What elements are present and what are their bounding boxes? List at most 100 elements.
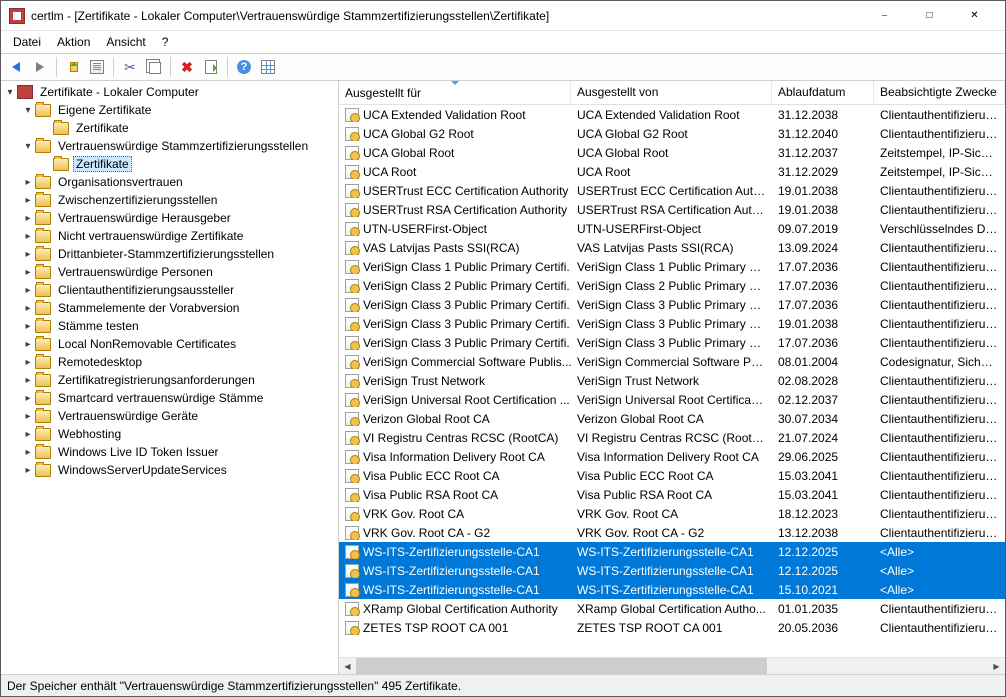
table-row[interactable]: UCA RootUCA Root31.12.2029Zeitstempel, I… (339, 162, 1005, 181)
tree-toggle-icon[interactable]: ▾ (3, 87, 17, 98)
scroll-right-button[interactable]: ▶ (988, 658, 1005, 675)
export-button[interactable] (200, 56, 222, 78)
column-issued-to[interactable]: Ausgestellt für (339, 81, 571, 104)
tree-item[interactable]: Zertifikate (3, 119, 336, 137)
menu-action[interactable]: Aktion (49, 33, 98, 51)
table-row[interactable]: Visa Public ECC Root CAVisa Public ECC R… (339, 466, 1005, 485)
menu-file[interactable]: Datei (5, 33, 49, 51)
delete-button[interactable]: ✖ (176, 56, 198, 78)
tree-item[interactable]: ▾Eigene Zertifikate (3, 101, 336, 119)
tree-toggle-icon[interactable]: ▸ (21, 321, 35, 332)
tree-toggle-icon[interactable]: ▸ (21, 465, 35, 476)
tree-item[interactable]: ▸Local NonRemovable Certificates (3, 335, 336, 353)
table-row[interactable]: VAS Latvijas Pasts SSI(RCA)VAS Latvijas … (339, 238, 1005, 257)
table-row[interactable]: USERTrust RSA Certification AuthorityUSE… (339, 200, 1005, 219)
table-row[interactable]: VeriSign Class 3 Public Primary Certifi.… (339, 314, 1005, 333)
tree-toggle-icon[interactable]: ▸ (21, 447, 35, 458)
table-row[interactable]: WS-ITS-Zertifizierungsstelle-CA1WS-ITS-Z… (339, 542, 1005, 561)
copy-button[interactable] (143, 56, 165, 78)
table-row[interactable]: XRamp Global Certification AuthorityXRam… (339, 599, 1005, 618)
table-row[interactable]: VeriSign Class 1 Public Primary Certifi.… (339, 257, 1005, 276)
tree-item[interactable]: ▸Windows Live ID Token Issuer (3, 443, 336, 461)
table-row[interactable]: WS-ITS-Zertifizierungsstelle-CA1WS-ITS-Z… (339, 561, 1005, 580)
up-button[interactable] (62, 56, 84, 78)
tree-toggle-icon[interactable]: ▸ (21, 411, 35, 422)
tree-item[interactable]: ▸Vertrauenswürdige Geräte (3, 407, 336, 425)
properties-button[interactable] (86, 56, 108, 78)
table-row[interactable]: UCA Global RootUCA Global Root31.12.2037… (339, 143, 1005, 162)
table-row[interactable]: VeriSign Commercial Software Publis...Ve… (339, 352, 1005, 371)
horizontal-scrollbar[interactable]: ◀ ▶ (339, 657, 1005, 674)
tree-toggle-icon[interactable]: ▸ (21, 285, 35, 296)
tree-item[interactable]: ▸Clientauthentifizierungsaussteller (3, 281, 336, 299)
forward-button[interactable] (29, 56, 51, 78)
table-row[interactable]: UCA Global G2 RootUCA Global G2 Root31.1… (339, 124, 1005, 143)
tree-toggle-icon[interactable]: ▸ (21, 177, 35, 188)
list-body[interactable]: UCA Extended Validation RootUCA Extended… (339, 105, 1005, 657)
tree-item[interactable]: ▸Webhosting (3, 425, 336, 443)
table-row[interactable]: VeriSign Class 2 Public Primary Certifi.… (339, 276, 1005, 295)
table-row[interactable]: UTN-USERFirst-ObjectUTN-USERFirst-Object… (339, 219, 1005, 238)
tree-toggle-icon[interactable]: ▸ (21, 195, 35, 206)
tree-item[interactable]: ▸Vertrauenswürdige Herausgeber (3, 209, 336, 227)
tree-item[interactable]: ▸Zertifikatregistrierungsanforderungen (3, 371, 336, 389)
tree-item[interactable]: ▸Drittanbieter-Stammzertifizierungsstell… (3, 245, 336, 263)
tree-item[interactable]: ▸Zwischenzertifizierungsstellen (3, 191, 336, 209)
table-row[interactable]: VRK Gov. Root CA - G2VRK Gov. Root CA - … (339, 523, 1005, 542)
table-row[interactable]: VeriSign Trust NetworkVeriSign Trust Net… (339, 371, 1005, 390)
tree-toggle-icon[interactable]: ▾ (21, 105, 35, 116)
menu-help[interactable]: ? (154, 33, 177, 51)
table-row[interactable]: Visa Information Delivery Root CAVisa In… (339, 447, 1005, 466)
tree-panel[interactable]: ▾Zertifikate - Lokaler Computer▾Eigene Z… (1, 81, 339, 674)
table-row[interactable]: VeriSign Class 3 Public Primary Certifi.… (339, 333, 1005, 352)
table-row[interactable]: VeriSign Universal Root Certification ..… (339, 390, 1005, 409)
table-row[interactable]: VRK Gov. Root CAVRK Gov. Root CA18.12.20… (339, 504, 1005, 523)
tree-item[interactable]: ▾Vertrauenswürdige Stammzertifizierungss… (3, 137, 336, 155)
tree-item[interactable]: ▸Remotedesktop (3, 353, 336, 371)
cell-purposes: Clientauthentifizierung, C (874, 298, 1005, 312)
tree-item[interactable]: ▸Stammelemente der Vorabversion (3, 299, 336, 317)
table-row[interactable]: VeriSign Class 3 Public Primary Certifi.… (339, 295, 1005, 314)
tree-toggle-icon[interactable]: ▸ (21, 267, 35, 278)
tree-toggle-icon[interactable]: ▸ (21, 393, 35, 404)
help-button[interactable]: ? (233, 56, 255, 78)
tree-item[interactable]: ▸WindowsServerUpdateServices (3, 461, 336, 479)
column-expiration[interactable]: Ablaufdatum (772, 81, 874, 104)
tree-toggle-icon[interactable]: ▸ (21, 249, 35, 260)
table-row[interactable]: VI Registru Centras RCSC (RootCA)VI Regi… (339, 428, 1005, 447)
close-button[interactable]: ✕ (952, 1, 997, 31)
tree-item[interactable]: ▸Organisationsvertrauen (3, 173, 336, 191)
menu-view[interactable]: Ansicht (98, 33, 153, 51)
table-row[interactable]: WS-ITS-Zertifizierungsstelle-CA1WS-ITS-Z… (339, 580, 1005, 599)
scroll-thumb[interactable] (356, 658, 767, 675)
tree-toggle-icon[interactable]: ▸ (21, 231, 35, 242)
tree-item[interactable]: ▸Nicht vertrauenswürdige Zertifikate (3, 227, 336, 245)
cut-button[interactable]: ✂ (119, 56, 141, 78)
tree-toggle-icon[interactable]: ▸ (21, 375, 35, 386)
tree-item[interactable]: Zertifikate (3, 155, 336, 173)
table-row[interactable]: USERTrust ECC Certification AuthorityUSE… (339, 181, 1005, 200)
column-purposes[interactable]: Beabsichtigte Zwecke (874, 81, 1005, 104)
view-grid-button[interactable] (257, 56, 279, 78)
table-row[interactable]: UCA Extended Validation RootUCA Extended… (339, 105, 1005, 124)
table-row[interactable]: ZETES TSP ROOT CA 001ZETES TSP ROOT CA 0… (339, 618, 1005, 637)
tree-toggle-icon[interactable]: ▸ (21, 213, 35, 224)
scroll-track[interactable] (356, 658, 988, 675)
tree-root[interactable]: ▾Zertifikate - Lokaler Computer (3, 83, 336, 101)
maximize-button[interactable]: □ (907, 1, 952, 31)
tree-toggle-icon[interactable]: ▸ (21, 303, 35, 314)
tree-item[interactable]: ▸Smartcard vertrauenswürdige Stämme (3, 389, 336, 407)
tree-item[interactable]: ▸Stämme testen (3, 317, 336, 335)
tree-toggle-icon[interactable]: ▸ (21, 429, 35, 440)
table-row[interactable]: Visa Public RSA Root CAVisa Public RSA R… (339, 485, 1005, 504)
scroll-left-button[interactable]: ◀ (339, 658, 356, 675)
tree-toggle-icon[interactable]: ▾ (21, 141, 35, 152)
back-button[interactable] (5, 56, 27, 78)
column-issued-by[interactable]: Ausgestellt von (571, 81, 772, 104)
minimize-button[interactable]: – (862, 1, 907, 31)
tree-item[interactable]: ▸Vertrauenswürdige Personen (3, 263, 336, 281)
tree-toggle-icon[interactable]: ▸ (21, 339, 35, 350)
table-row[interactable]: Verizon Global Root CAVerizon Global Roo… (339, 409, 1005, 428)
tree-toggle-icon[interactable]: ▸ (21, 357, 35, 368)
cell-issued-by: UCA Global G2 Root (571, 127, 772, 141)
